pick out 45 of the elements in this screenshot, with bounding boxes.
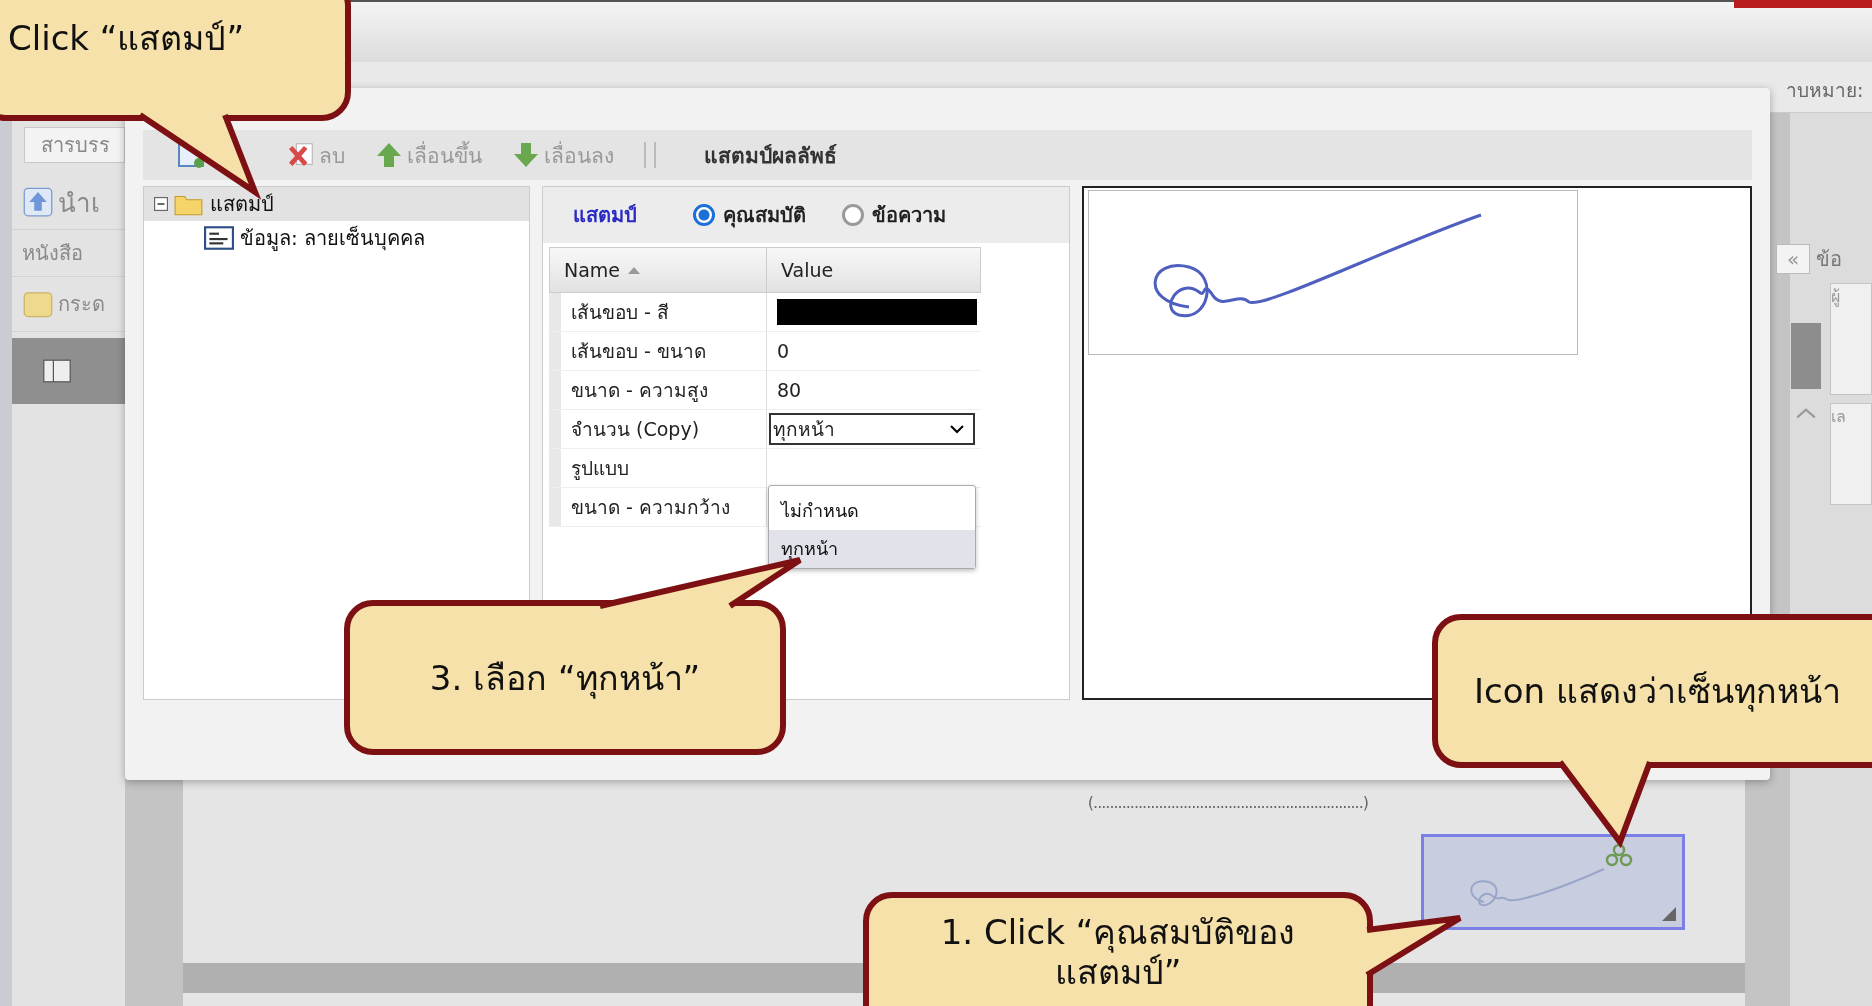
property-name: ขนาด - ความสูง <box>571 378 708 404</box>
color-swatch[interactable] <box>777 299 977 325</box>
sort-ascending-icon <box>628 266 641 274</box>
property-name: รูปแบบ <box>571 456 629 482</box>
collapse-icon[interactable] <box>154 197 168 211</box>
stamp-link[interactable]: แสตมป์ <box>573 199 637 231</box>
column-header[interactable]: Name <box>549 247 767 293</box>
panel-icon[interactable] <box>42 359 72 383</box>
tree-item[interactable]: แสตมป์ <box>144 187 529 221</box>
copy-select[interactable]: ทุกหน้า <box>769 413 975 445</box>
dropdown-option[interactable]: ทุกหน้า <box>769 530 975 568</box>
chevron-down-icon <box>949 424 965 434</box>
scrollbar-thumb[interactable] <box>1791 323 1821 389</box>
callout-text: Icon แสดงว่าเซ็นทุกหน้า <box>1474 671 1841 711</box>
panel-title: ข้อ <box>1816 246 1842 273</box>
field-label: ผู้ <box>1831 287 1840 306</box>
triskelion-icon <box>1604 843 1634 867</box>
property-name: จำนวน (Copy) <box>571 417 700 442</box>
property-name: ขนาด - ความกว้าง <box>571 495 730 520</box>
resize-grip-icon[interactable] <box>1662 907 1676 921</box>
field-label: เล <box>1831 407 1846 426</box>
delete-icon <box>287 141 315 169</box>
chevron-up-icon[interactable] <box>1795 407 1817 419</box>
field-label: าบหมาย: <box>1786 78 1864 103</box>
sidebar-heading: หนังสือ <box>22 240 83 267</box>
toolbar-title: แสตมป์ผลลัพธ์ <box>704 142 837 170</box>
tree-item[interactable]: ข้อมูล: ลายเซ็นบุคคล <box>144 221 529 255</box>
stamp-thumbnail[interactable] <box>1421 834 1685 930</box>
radio-option[interactable]: คุณสมบัติ <box>693 199 806 231</box>
property-name: เส้นขอบ - สี <box>571 300 669 325</box>
column-header[interactable]: Value <box>767 247 981 293</box>
dropdown-option[interactable]: ไม่กำหนด <box>769 492 975 530</box>
radio-option[interactable]: ข้อความ <box>842 199 946 231</box>
property-value: 80 <box>777 379 802 401</box>
signature-line: (..................................................................) <box>1087 793 1368 812</box>
arrow-up-icon <box>375 141 403 169</box>
callout-text: Click “แสตมป์” <box>8 18 245 58</box>
callout-text: 1. Click “คุณสมบัติของ แสตมป์” <box>939 912 1297 992</box>
property-value: 0 <box>777 340 790 362</box>
property-name: เส้นขอบ - ขนาด <box>571 339 706 364</box>
form-icon <box>204 226 234 250</box>
callout-text: 3. เลือก “ทุกหน้า” <box>429 657 701 698</box>
upload-icon <box>22 187 54 217</box>
folder-icon <box>22 289 54 319</box>
arrow-down-icon <box>512 141 540 169</box>
